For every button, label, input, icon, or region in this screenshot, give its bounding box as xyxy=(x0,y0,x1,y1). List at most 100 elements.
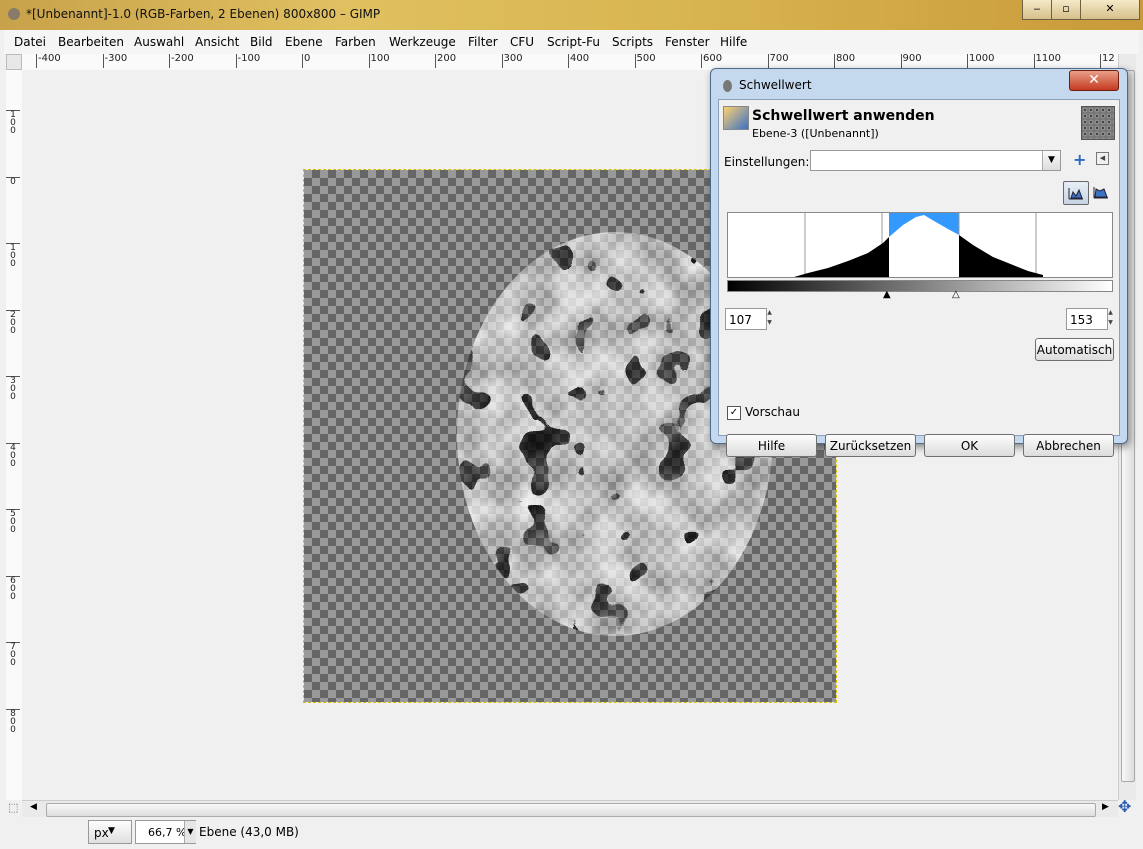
close-button[interactable]: ✕ xyxy=(1080,0,1140,20)
ruler-tick: 100 xyxy=(368,54,390,68)
histogram-curve-right xyxy=(959,235,1043,277)
ruler-tick: 900 xyxy=(900,54,922,68)
high-threshold-spinner-icon[interactable]: ▲ ▼ xyxy=(1106,308,1115,330)
histogram[interactable] xyxy=(727,212,1113,278)
maximize-button[interactable]: ▫ xyxy=(1051,0,1081,20)
ruler-tick: 400 xyxy=(568,54,589,68)
navigate-icon[interactable]: ✥ xyxy=(1118,797,1131,816)
ruler-tick: 500 xyxy=(6,509,20,535)
reset-button[interactable]: Zurücksetzen xyxy=(825,434,916,457)
menu-cfu[interactable]: CFU xyxy=(510,35,534,49)
histogram-curve-left xyxy=(794,237,889,277)
gimp-app-icon xyxy=(8,8,20,20)
window-title: *[Unbenannt]-1.0 (RGB-Farben, 2 Ebenen) … xyxy=(26,7,381,21)
unit-value: px xyxy=(94,826,109,840)
preset-menu-icon[interactable]: ◀ xyxy=(1096,152,1109,165)
add-preset-icon[interactable]: + xyxy=(1073,150,1086,169)
ruler-tick: 100 xyxy=(6,110,20,136)
help-button[interactable]: Hilfe xyxy=(726,434,817,457)
menu-ebene[interactable]: Ebene xyxy=(285,35,323,49)
ruler-tick: 0 xyxy=(6,176,20,186)
ruler-tick: 800 xyxy=(834,54,855,68)
quick-mask-icon[interactable]: ⬚ xyxy=(8,801,18,814)
histogram-graph xyxy=(794,213,1043,277)
ruler-tick: 600 xyxy=(701,54,722,68)
unit-selector[interactable]: px ▼ xyxy=(88,820,132,844)
scroll-right-arrow-icon[interactable]: ▶ xyxy=(1102,802,1109,812)
ruler-tick: 500 xyxy=(634,54,656,68)
ruler-tick: 100 xyxy=(6,243,20,269)
low-threshold-input[interactable]: 107 xyxy=(725,308,767,330)
settings-label: Einstellungen: xyxy=(724,155,810,169)
vertical-ruler[interactable]: 100 0 100 200 300 400 500 600 700 800 xyxy=(6,70,23,800)
menu-datei[interactable]: Datei xyxy=(14,35,46,49)
dialog-title: Schwellwert xyxy=(739,78,812,92)
dialog-body: Schwellwert anwenden Ebene-3 ([Unbenannt… xyxy=(718,99,1120,457)
ruler-tick: 700 xyxy=(6,642,20,668)
menu-werkzeuge[interactable]: Werkzeuge xyxy=(389,35,456,49)
dialog-app-icon xyxy=(723,80,732,92)
settings-combo[interactable]: ▼ xyxy=(810,150,1061,171)
title-bar[interactable]: *[Unbenannt]-1.0 (RGB-Farben, 2 Ebenen) … xyxy=(0,0,1143,30)
high-threshold-input[interactable]: 153 xyxy=(1066,308,1108,330)
high-threshold-value: 153 xyxy=(1070,313,1093,327)
ruler-tick: 0 xyxy=(302,54,310,68)
horizontal-scrollbar[interactable]: ◀ ▶ xyxy=(22,800,1118,818)
status-bar: px ▼ 66,7 % ▼ Ebene (43,0 MB) xyxy=(0,817,1143,849)
low-threshold-spinner-icon[interactable]: ▲ ▼ xyxy=(765,308,774,330)
threshold-dialog: Schwellwert ✕ Schwellwert anwenden Ebene… xyxy=(710,68,1128,457)
logarithmic-histogram-icon[interactable] xyxy=(1090,181,1112,203)
dialog-close-button[interactable]: ✕ xyxy=(1069,70,1119,91)
menu-fenster[interactable]: Fenster xyxy=(665,35,710,49)
layer-thumbnail xyxy=(1081,106,1115,140)
ruler-tick: 300 xyxy=(501,54,523,68)
dialog-heading: Schwellwert anwenden xyxy=(752,108,935,124)
low-threshold-value: 107 xyxy=(729,313,752,327)
ruler-tick: 300 xyxy=(6,376,20,402)
menu-farben[interactable]: Farben xyxy=(335,35,376,49)
chevron-down-icon: ▼ xyxy=(108,826,115,836)
horizontal-scroll-thumb[interactable] xyxy=(46,803,1096,817)
ruler-tick: 1100 xyxy=(1033,54,1061,68)
preview-checkbox[interactable]: ✓ xyxy=(727,406,741,420)
menu-filter[interactable]: Filter xyxy=(468,35,498,49)
menu-scripts[interactable]: Scripts xyxy=(612,35,653,49)
intensity-gradient-bar xyxy=(727,280,1113,292)
menu-auswahl[interactable]: Auswahl xyxy=(134,35,184,49)
ruler-tick: 600 xyxy=(6,575,20,601)
scroll-left-arrow-icon[interactable]: ◀ xyxy=(30,802,37,812)
ruler-tick: -300 xyxy=(102,54,127,68)
dialog-subheading: Ebene-3 ([Unbenannt]) xyxy=(752,127,879,140)
auto-button[interactable]: Automatisch xyxy=(1035,338,1114,361)
ruler-tick: 200 xyxy=(6,309,20,335)
ruler-tick: 800 xyxy=(6,708,20,734)
zoom-value: 66,7 % xyxy=(148,826,187,839)
ruler-tick: 200 xyxy=(435,54,456,68)
menu-hilfe[interactable]: Hilfe xyxy=(720,35,747,49)
preview-label[interactable]: Vorschau xyxy=(745,405,800,419)
ruler-tick: 400 xyxy=(6,442,20,468)
threshold-tool-icon xyxy=(723,106,749,130)
menu-ansicht[interactable]: Ansicht xyxy=(195,35,239,49)
ruler-tick: -200 xyxy=(169,54,194,68)
ruler-tick: 12 xyxy=(1100,54,1115,68)
ruler-tick: -100 xyxy=(235,54,260,68)
menu-bar: Datei Bearbeiten Auswahl Ansicht Bild Ebene Fa… xyxy=(4,30,1139,54)
ruler-tick: -400 xyxy=(36,54,61,68)
ruler-tick: 700 xyxy=(767,54,789,68)
chevron-down-icon: ▼ xyxy=(184,821,196,843)
minimize-button[interactable]: ‒ xyxy=(1022,0,1052,20)
menu-bearbeiten[interactable]: Bearbeiten xyxy=(58,35,124,49)
menu-bild[interactable]: Bild xyxy=(250,35,273,49)
menu-script-fu[interactable]: Script-Fu xyxy=(547,35,600,49)
low-threshold-handle[interactable]: ▲ xyxy=(883,289,891,300)
ruler-corner-button[interactable] xyxy=(6,54,22,70)
zoom-selector[interactable]: 66,7 % ▼ xyxy=(135,820,196,844)
chevron-down-icon: ▼ xyxy=(1042,151,1060,170)
linear-histogram-icon[interactable] xyxy=(1063,181,1089,205)
status-info-text: Ebene (43,0 MB) xyxy=(199,825,299,839)
high-threshold-handle[interactable]: △ xyxy=(952,289,960,300)
ruler-tick: 1000 xyxy=(967,54,994,68)
ok-button[interactable]: OK xyxy=(924,434,1015,457)
cancel-button[interactable]: Abbrechen xyxy=(1023,434,1114,457)
